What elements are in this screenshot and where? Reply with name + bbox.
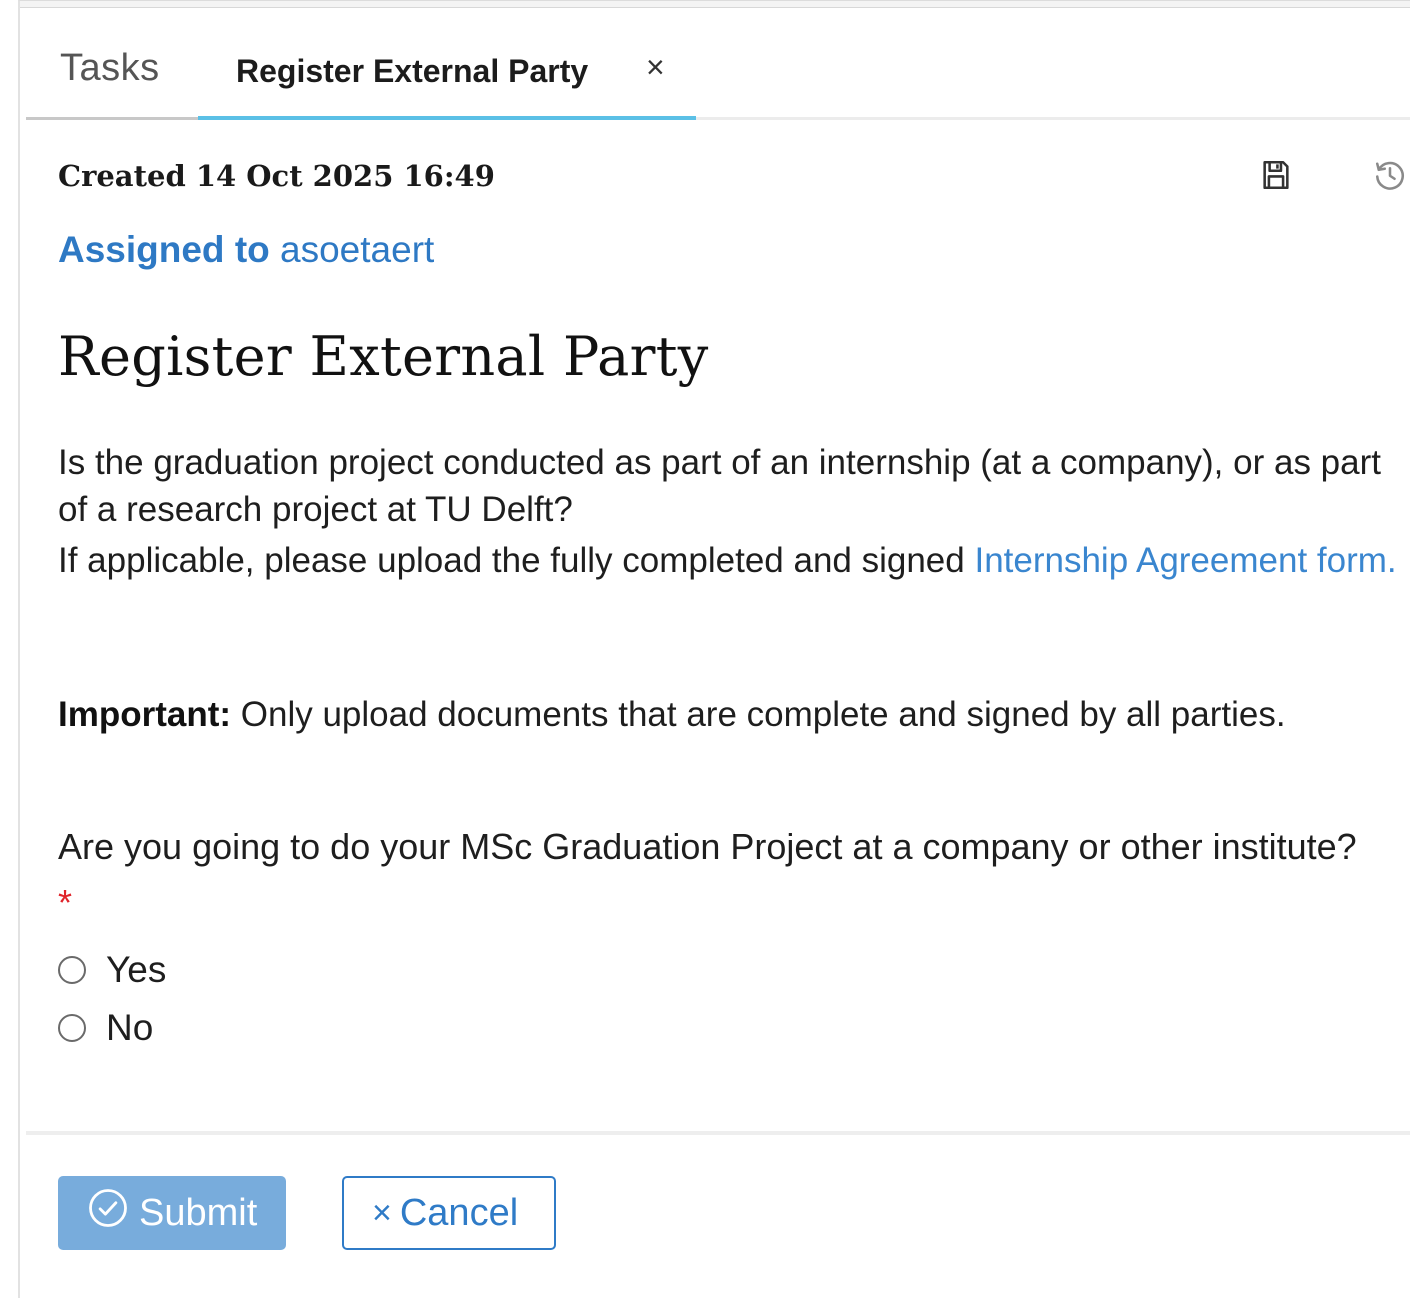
created-timestamp: Created 14 Oct 2025 16:49	[58, 159, 495, 193]
required-marker: *	[58, 882, 73, 923]
close-tab-icon[interactable]: ×	[646, 49, 665, 86]
tab-tasks-underline	[26, 117, 198, 120]
description-line-2-text: If applicable, please upload the fully c…	[58, 541, 975, 580]
submit-button[interactable]: Submit	[58, 1176, 286, 1250]
important-label: Important:	[58, 695, 232, 734]
tab-tasks-label: Tasks	[60, 47, 160, 89]
cancel-label: Cancel	[399, 1191, 519, 1234]
tab-register-external-party[interactable]: Register External Party ×	[198, 21, 696, 121]
save-icon[interactable]	[1256, 155, 1296, 195]
radio-no-label[interactable]: No	[106, 1007, 153, 1049]
task-panel: Tasks Register External Party × Created …	[18, 0, 1410, 1298]
close-icon: ×	[372, 1193, 392, 1232]
description-line-1: Is the graduation project conducted as p…	[58, 443, 1381, 529]
tab-tasks[interactable]: Tasks	[26, 21, 198, 121]
question-text: Are you going to do your MSc Graduation …	[58, 826, 1357, 867]
footer-divider	[26, 1131, 1410, 1135]
assigned-to-label: Assigned to	[58, 229, 270, 270]
tab-active-underline	[198, 116, 696, 120]
important-text: Only upload documents that are complete …	[231, 695, 1286, 734]
radio-yes-circle[interactable]	[58, 956, 86, 984]
history-icon[interactable]	[1370, 155, 1410, 195]
tab-active-label: Register External Party	[236, 53, 589, 89]
internship-agreement-link[interactable]: Internship Agreement form.	[974, 541, 1396, 580]
top-strip	[20, 1, 1410, 8]
radio-yes-label[interactable]: Yes	[106, 949, 166, 991]
assigned-to: Assigned to asoetaert	[58, 229, 434, 271]
radio-no[interactable]: No	[58, 1007, 153, 1049]
radio-no-circle[interactable]	[58, 1014, 86, 1042]
assigned-user: asoetaert	[280, 229, 435, 270]
page-title: Register External Party	[58, 325, 709, 388]
description-line-2: If applicable, please upload the fully c…	[58, 533, 1398, 589]
important-notice: Important: Only upload documents that ar…	[58, 695, 1286, 735]
submit-label: Submit	[139, 1191, 258, 1234]
radio-yes[interactable]: Yes	[58, 949, 166, 991]
cancel-button[interactable]: × Cancel	[342, 1176, 556, 1250]
tab-bar: Tasks Register External Party ×	[26, 21, 1410, 121]
description: Is the graduation project conducted as p…	[58, 439, 1398, 589]
question-label: Are you going to do your MSc Graduation …	[58, 819, 1358, 931]
check-circle-icon	[87, 1187, 129, 1239]
